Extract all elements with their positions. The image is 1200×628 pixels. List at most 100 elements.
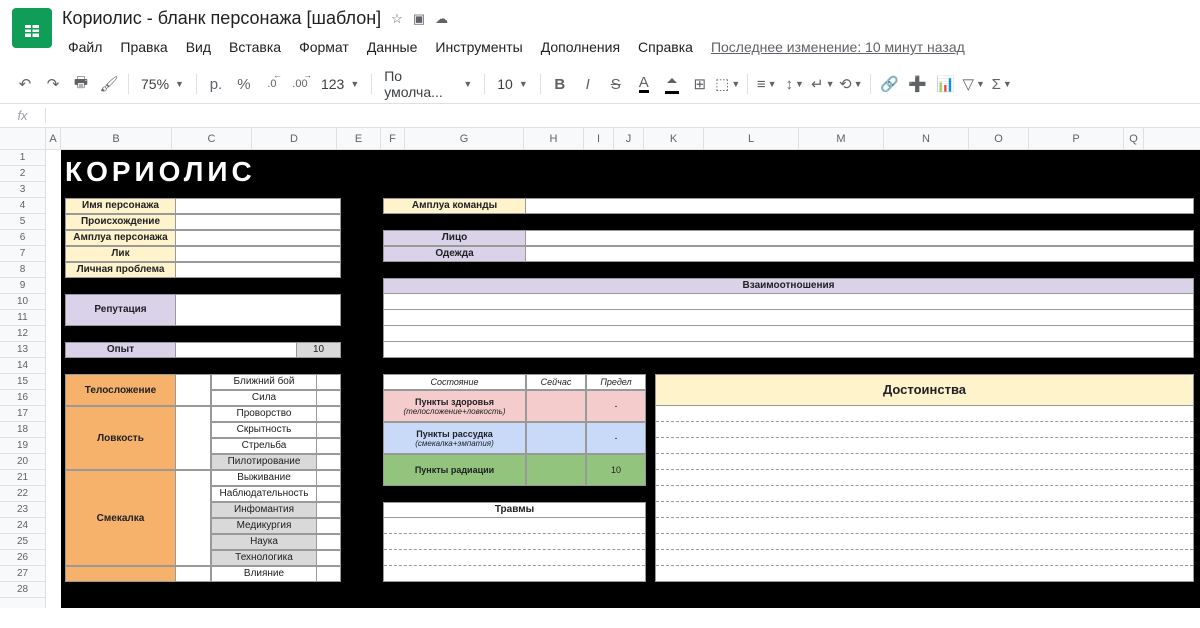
attr-value[interactable]	[176, 470, 211, 566]
attr-value[interactable]	[176, 406, 211, 470]
font-size-dropdown[interactable]: 10▼	[491, 71, 534, 97]
input-rad-now[interactable]	[526, 454, 586, 486]
undo-button[interactable]: ↶	[12, 71, 38, 97]
menu-addons[interactable]: Дополнения	[535, 35, 626, 59]
sheets-logo[interactable]	[12, 8, 52, 48]
skill-value[interactable]	[317, 470, 341, 486]
input-face-desc[interactable]	[526, 230, 1194, 246]
italic-button[interactable]: I	[575, 71, 601, 97]
link-button[interactable]: 🔗	[877, 71, 903, 97]
menu-tools[interactable]: Инструменты	[429, 35, 528, 59]
format-dropdown[interactable]: 123▼	[315, 71, 365, 97]
row-header[interactable]: 11	[0, 310, 45, 326]
cloud-icon[interactable]: ☁	[435, 11, 448, 27]
row-header[interactable]: 26	[0, 550, 45, 566]
row-header[interactable]: 20	[0, 454, 45, 470]
input-role[interactable]	[176, 230, 341, 246]
col-header[interactable]: G	[405, 128, 524, 149]
input-exp[interactable]	[176, 342, 297, 358]
borders-button[interactable]: ⊞	[687, 71, 713, 97]
skill-value[interactable]	[317, 534, 341, 550]
row-header[interactable]: 17	[0, 406, 45, 422]
menu-data[interactable]: Данные	[361, 35, 424, 59]
row-header[interactable]: 25	[0, 534, 45, 550]
chart-button[interactable]: 📊	[933, 71, 959, 97]
row-header[interactable]: 3	[0, 182, 45, 198]
row-header[interactable]: 16	[0, 390, 45, 406]
menu-edit[interactable]: Правка	[114, 35, 173, 59]
row-header[interactable]: 9	[0, 278, 45, 294]
row-header[interactable]: 2	[0, 166, 45, 182]
input-hp-now[interactable]	[526, 390, 586, 422]
input-char-name[interactable]	[176, 198, 341, 214]
col-header[interactable]: I	[584, 128, 614, 149]
row-header[interactable]: 21	[0, 470, 45, 486]
row-header[interactable]: 22	[0, 486, 45, 502]
redo-button[interactable]: ↷	[40, 71, 66, 97]
col-header[interactable]: Q	[1124, 128, 1144, 149]
input-reputation[interactable]	[176, 294, 341, 326]
star-icon[interactable]: ☆	[391, 11, 403, 27]
col-header[interactable]: C	[172, 128, 252, 149]
row-header[interactable]: 12	[0, 326, 45, 342]
menu-view[interactable]: Вид	[180, 35, 217, 59]
skill-value[interactable]	[317, 454, 341, 470]
input-relation[interactable]	[383, 294, 1194, 310]
dec-more-button[interactable]: .00→	[287, 71, 313, 97]
col-header[interactable]: A	[46, 128, 61, 149]
skill-value[interactable]	[317, 486, 341, 502]
input-relation[interactable]	[383, 342, 1194, 358]
row-header[interactable]: 23	[0, 502, 45, 518]
row-header[interactable]: 7	[0, 246, 45, 262]
row-header[interactable]: 10	[0, 294, 45, 310]
col-header[interactable]: H	[524, 128, 584, 149]
dec-less-button[interactable]: .0←	[259, 71, 285, 97]
row-header[interactable]: 6	[0, 230, 45, 246]
functions-button[interactable]: Σ▼	[989, 71, 1015, 97]
comment-button[interactable]: ➕	[905, 71, 931, 97]
col-header[interactable]: L	[704, 128, 799, 149]
col-header[interactable]: B	[61, 128, 172, 149]
menu-insert[interactable]: Вставка	[223, 35, 287, 59]
input-face[interactable]	[176, 246, 341, 262]
select-all-corner[interactable]	[0, 128, 46, 149]
paint-format-button[interactable]: 🖌	[96, 71, 122, 97]
strike-button[interactable]: S	[603, 71, 629, 97]
skill-value[interactable]	[317, 438, 341, 454]
bold-button[interactable]: B	[547, 71, 573, 97]
col-header[interactable]: O	[969, 128, 1029, 149]
filter-button[interactable]: ▽▼	[961, 71, 987, 97]
fill-color-button[interactable]	[659, 71, 685, 97]
col-header[interactable]: D	[252, 128, 337, 149]
row-header[interactable]: 14	[0, 358, 45, 374]
font-dropdown[interactable]: По умолча...▼	[378, 71, 478, 97]
menu-file[interactable]: Файл	[62, 35, 108, 59]
injuries-body[interactable]	[383, 518, 646, 582]
attr-value[interactable]	[176, 566, 211, 582]
halign-button[interactable]: ≡▼	[754, 71, 780, 97]
menu-format[interactable]: Формат	[293, 35, 355, 59]
row-header[interactable]: 15	[0, 374, 45, 390]
menu-help[interactable]: Справка	[632, 35, 699, 59]
wrap-button[interactable]: ↵▼	[810, 71, 836, 97]
print-button[interactable]: 🖶	[68, 71, 94, 97]
last-edit-link[interactable]: Последнее изменение: 10 минут назад	[705, 35, 971, 59]
percent-button[interactable]: %	[231, 71, 257, 97]
skill-value[interactable]	[317, 518, 341, 534]
row-header[interactable]: 4	[0, 198, 45, 214]
row-header[interactable]: 19	[0, 438, 45, 454]
skill-value[interactable]	[317, 566, 341, 582]
row-header[interactable]: 5	[0, 214, 45, 230]
input-relation[interactable]	[383, 310, 1194, 326]
input-clothes[interactable]	[526, 246, 1194, 262]
input-origin[interactable]	[176, 214, 341, 230]
merge-button[interactable]: ⬚▼	[715, 71, 741, 97]
spreadsheet-canvas[interactable]: КОРИОЛИС Имя персонажа Происхождение Амп…	[46, 150, 1200, 608]
col-header[interactable]: J	[614, 128, 644, 149]
doc-title[interactable]: Кориолис - бланк персонажа [шаблон]	[62, 8, 381, 29]
row-header[interactable]: 8	[0, 262, 45, 278]
valign-button[interactable]: ↕▼	[782, 71, 808, 97]
row-header[interactable]: 27	[0, 566, 45, 582]
currency-button[interactable]: р.	[203, 71, 229, 97]
row-header[interactable]: 28	[0, 582, 45, 598]
